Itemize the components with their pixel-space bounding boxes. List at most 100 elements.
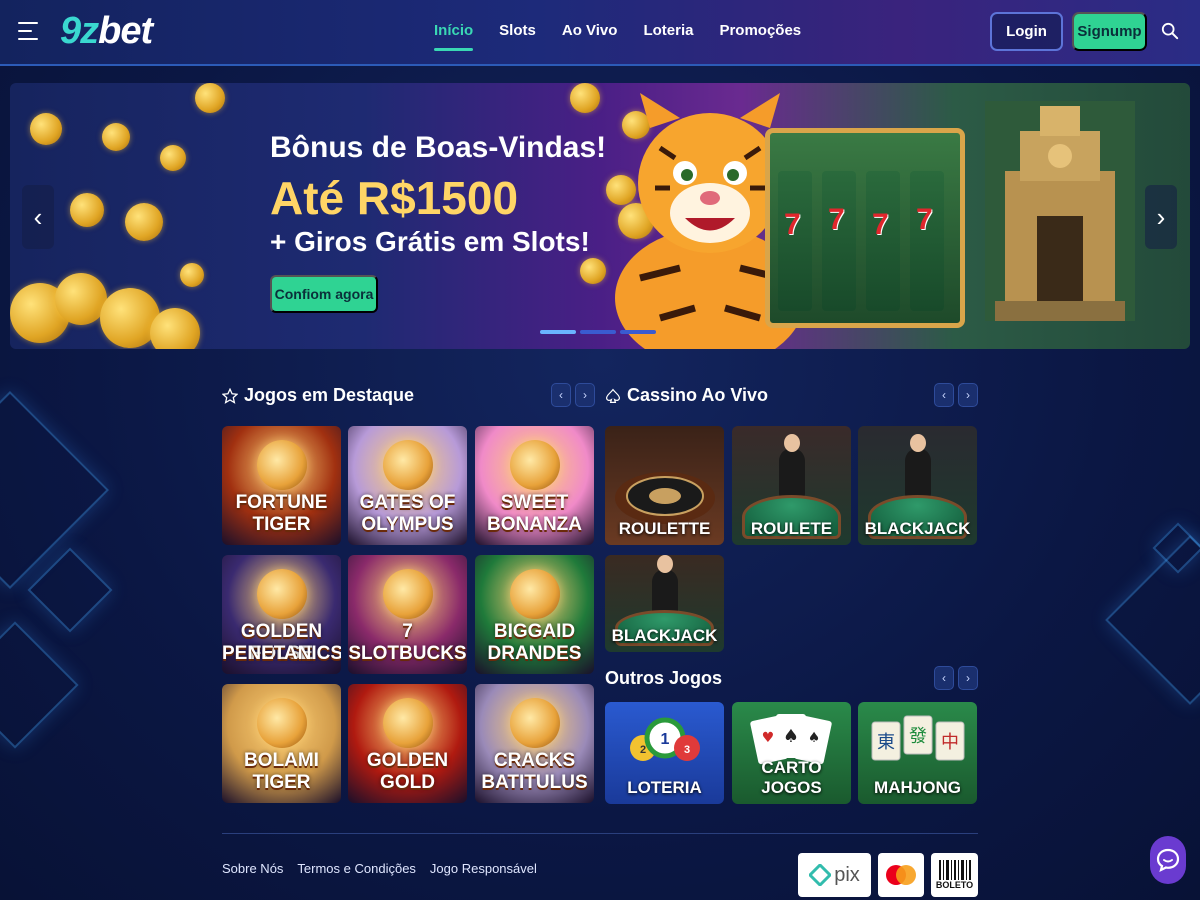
game-art-image (383, 440, 433, 490)
game-title-line: FORTUNE (235, 492, 328, 513)
banner-title: Bônus de Boas-Vindas! (270, 131, 607, 164)
banner-amount: Até R$1500 (270, 172, 519, 224)
nav-item-promocoes[interactable]: Promoções (719, 22, 801, 47)
others-prev-button[interactable]: ‹ (934, 666, 954, 690)
carousel-next-button[interactable]: › (1145, 185, 1177, 249)
featured-game-tile[interactable]: GOLDEN GOLD (348, 684, 467, 803)
game-art-image (510, 569, 560, 619)
nav-item-loteria[interactable]: Loteria (643, 22, 693, 47)
chevron-right-icon: › (1156, 201, 1166, 232)
others-next-button[interactable]: › (958, 666, 978, 690)
search-icon[interactable] (1161, 22, 1179, 40)
featured-pager: ‹ › (551, 383, 595, 407)
live-section-title: Cassino Ao Vivo (605, 385, 768, 406)
featured-section-title: Jogos em Destaque (222, 385, 414, 406)
game-art-image (383, 569, 433, 619)
game-title-line: TIGER (252, 514, 311, 535)
roulette-wheel-image (615, 472, 715, 524)
mahjong-tiles-image: 東 發 中 (871, 715, 965, 761)
pix-icon (809, 864, 832, 886)
chat-bubble-icon (1156, 848, 1180, 873)
featured-prev-button[interactable]: ‹ (551, 383, 571, 407)
banner-subtitle: + Giros Grátis em Slots! (270, 226, 590, 257)
other-game-tile[interactable]: ♠ ♥ ♠ CARTO JOGOS (732, 702, 851, 804)
nav-item-slots[interactable]: Slots (499, 22, 536, 47)
featured-title-text: Jogos em Destaque (244, 385, 415, 405)
nav-item-inicio[interactable]: Início (434, 22, 474, 51)
hamburger-menu-icon[interactable] (18, 22, 38, 40)
dealer-image (904, 434, 931, 498)
game-title-line: 7 (402, 621, 413, 642)
featured-game-tile[interactable]: CRACKS BATITULUS (475, 684, 594, 803)
others-section-title: Outros Jogos (605, 668, 722, 689)
live-prev-button[interactable]: ‹ (934, 383, 954, 407)
live-pager: ‹ › (934, 383, 978, 407)
svg-text:中: 中 (941, 732, 959, 753)
featured-game-tile[interactable]: BIGGAID DRANDES (475, 555, 594, 674)
live-game-tile[interactable]: BLACKJACK (605, 555, 724, 652)
game-art-image (510, 698, 560, 748)
slot-machine-image: 7 7 7 7 (765, 128, 965, 328)
live-game-label: BLACKJACK (611, 626, 718, 645)
carousel-dot[interactable] (540, 330, 576, 334)
nav-item-ao-vivo[interactable]: Ao Vivo (562, 22, 618, 47)
lottery-balls-image: 1 2 3 (630, 717, 700, 761)
carousel-dot[interactable] (620, 330, 656, 334)
star-icon (222, 387, 238, 404)
live-game-tile[interactable]: ROULETE (732, 426, 851, 545)
barcode-icon (938, 860, 971, 880)
main-nav: Início Slots Ao Vivo Loteria Promoções (434, 22, 801, 51)
footer-link-about[interactable]: Sobre Nós (222, 861, 283, 876)
live-game-label: BLACKJACK (864, 519, 971, 538)
game-title-line: BONANZA (487, 514, 582, 535)
signup-button[interactable]: Signump (1072, 12, 1147, 51)
chat-support-button[interactable] (1150, 836, 1186, 884)
featured-game-tile[interactable]: GOLDEN FOLSE PENETANICS (222, 555, 341, 674)
game-title-line: GOLDEN (366, 750, 449, 771)
chevron-left-icon: ‹ (33, 201, 43, 232)
live-game-tile[interactable]: BLACKJACK (858, 426, 977, 545)
svg-text:♠: ♠ (783, 726, 799, 747)
promo-banner[interactable]: Bônus de Boas-Vindas! Até R$1500 + Giros… (10, 83, 1190, 349)
featured-game-tile[interactable]: 7 SLOTBUCKS (348, 555, 467, 674)
svg-text:♥: ♥ (762, 730, 775, 746)
logo[interactable]: 9zbet (60, 10, 153, 53)
live-game-label: ROULETE (750, 519, 833, 538)
game-title-line: GOLD (380, 772, 435, 793)
banner-cta-button[interactable]: Confiom agora (270, 275, 378, 313)
game-title-line: SWEET (500, 492, 569, 513)
other-game-label: LOTERIA (627, 778, 702, 797)
temple-image (985, 101, 1135, 321)
featured-next-button[interactable]: › (575, 383, 595, 407)
game-art-image (257, 698, 307, 748)
featured-game-tile[interactable]: GATES OF OLYMPUS (348, 426, 467, 545)
other-game-tile[interactable]: 1 2 3 LOTERIA (605, 702, 724, 804)
pix-logo: pix (798, 853, 871, 897)
live-next-button[interactable]: › (958, 383, 978, 407)
featured-game-tile[interactable]: SWEET BONANZA (475, 426, 594, 545)
mastercard-logo (878, 853, 924, 897)
other-game-tile[interactable]: 東 發 中 MAHJONG (858, 702, 977, 804)
carousel-prev-button[interactable]: ‹ (22, 185, 54, 249)
carousel-dots (540, 330, 656, 334)
featured-game-tile[interactable]: FORTUNE TIGER (222, 426, 341, 545)
dealer-image (778, 434, 805, 498)
game-art-image (257, 569, 307, 619)
footer-link-responsible[interactable]: Jogo Responsável (430, 861, 537, 876)
live-title-text: Cassino Ao Vivo (627, 385, 769, 405)
svg-text:3: 3 (684, 744, 690, 756)
svg-text:♠: ♠ (808, 730, 821, 746)
other-game-label: CARTO JOGOS (761, 758, 822, 797)
svg-text:1: 1 (661, 731, 670, 748)
login-button[interactable]: Login (990, 12, 1063, 51)
footer-link-terms[interactable]: Termos e Condições (297, 861, 416, 876)
live-game-tile[interactable]: ROULETTE (605, 426, 724, 545)
featured-game-tile[interactable]: BOLAMI TIGER (222, 684, 341, 803)
game-art-image (383, 698, 433, 748)
mastercard-icon (886, 865, 916, 885)
top-header: 9zbet Início Slots Ao Vivo Loteria Promo… (0, 0, 1200, 66)
game-art-image (257, 440, 307, 490)
carousel-dot[interactable] (580, 330, 616, 334)
game-title-line: GATES OF (359, 492, 456, 513)
game-title-line: PENETANICS (222, 643, 341, 664)
